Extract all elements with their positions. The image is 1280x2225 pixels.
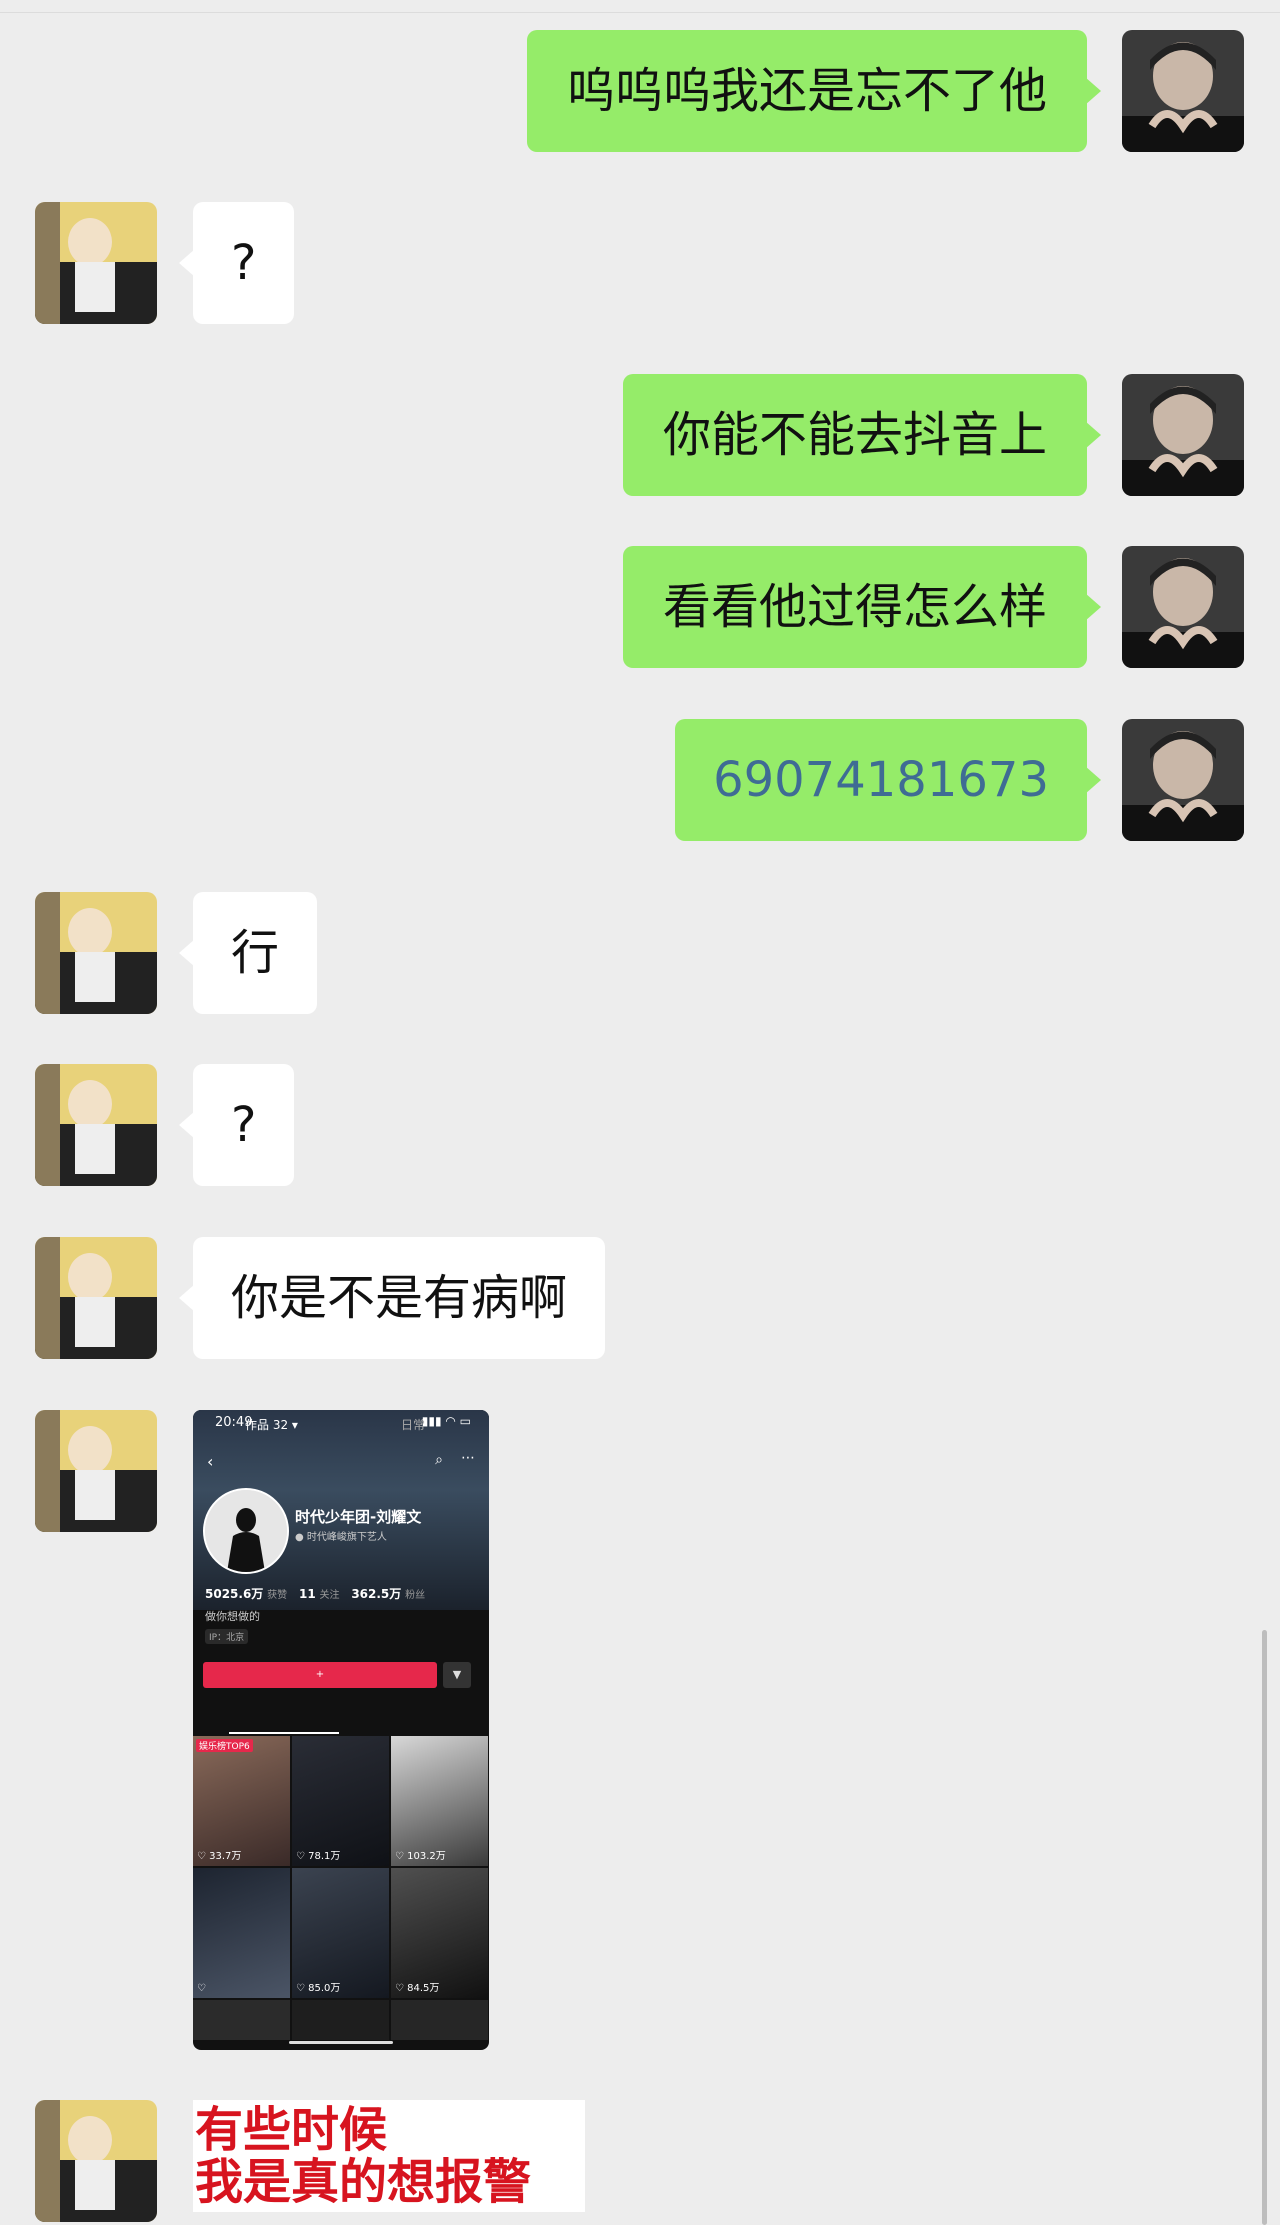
- sticker-line-1: 有些时候: [195, 2102, 388, 2158]
- profile-name: 时代少年团-刘耀文: [295, 1508, 422, 1526]
- video-thumb: [292, 2000, 389, 2040]
- top-divider: [0, 12, 1280, 13]
- message-bubble-received[interactable]: ?: [178, 1064, 295, 1186]
- contact-avatar[interactable]: [35, 2100, 157, 2222]
- video-likes: ♡ 84.5万: [395, 1983, 440, 1994]
- message-row: 看看他过得怎么样: [0, 546, 1280, 668]
- video-thumb: ♡ 103.2万: [391, 1736, 488, 1866]
- video-likes: ♡ 103.2万: [395, 1851, 446, 1862]
- search-icon: ⌕: [435, 1452, 443, 1468]
- contact-avatar[interactable]: [35, 892, 157, 1014]
- message-bubble-sent[interactable]: 呜呜呜我还是忘不了他: [526, 30, 1102, 152]
- profile-stats: 5025.6万 获赞 11 关注 362.5万 粉丝: [205, 1587, 426, 1601]
- message-row: 呜呜呜我还是忘不了他: [0, 30, 1280, 152]
- tab-indicator: [229, 1732, 339, 1734]
- video-likes: ♡ 78.1万: [296, 1851, 341, 1862]
- more-icon: ⋯: [461, 1450, 475, 1466]
- video-thumb: [391, 2000, 488, 2040]
- message-bubble-sent[interactable]: 你能不能去抖音上: [622, 374, 1102, 496]
- message-bubble-received[interactable]: 行: [178, 892, 318, 1014]
- back-icon: ‹: [207, 1452, 214, 1471]
- message-row: 你是不是有病啊: [0, 1237, 1280, 1359]
- message-row: 你能不能去抖音上: [0, 374, 1280, 496]
- tab-works: 作品 32 ▾: [245, 1418, 298, 1432]
- scrollbar[interactable]: [1262, 1630, 1267, 2225]
- message-row: ?: [0, 202, 1280, 324]
- verification-label: ● 时代峰峻旗下艺人: [295, 1532, 387, 1543]
- contact-avatar[interactable]: [35, 202, 157, 324]
- image-message-screenshot[interactable]: 20:49 ▮▮▮ ◠ ▭ ‹ ⌕ ⋯ 时代少年团-刘耀文 ● 时代峰峻旗下艺人…: [193, 1410, 489, 2050]
- video-thumb: ♡ 78.1万: [292, 1736, 389, 1866]
- video-likes: ♡ 85.0万: [296, 1983, 341, 1994]
- message-row: ?: [0, 1064, 1280, 1186]
- profile-bio: 做你想做的: [205, 1610, 260, 1623]
- message-row: [0, 2100, 1280, 2222]
- message-row: [0, 1410, 1280, 2050]
- home-indicator: [289, 2041, 393, 2044]
- contact-avatar[interactable]: [35, 1410, 157, 1532]
- status-icons: ▮▮▮ ◠ ▭: [421, 1414, 471, 1428]
- video-likes: ♡: [197, 1983, 206, 1994]
- message-row: 69074181673: [0, 719, 1280, 841]
- message-bubble-sent[interactable]: 看看他过得怎么样: [622, 546, 1102, 668]
- tab-daily: 日常: [401, 1418, 426, 1432]
- my-avatar[interactable]: [1122, 374, 1244, 496]
- phone-number-link[interactable]: 69074181673: [675, 719, 1101, 841]
- video-thumb: [193, 2000, 290, 2040]
- my-avatar[interactable]: [1122, 546, 1244, 668]
- contact-avatar[interactable]: [35, 1237, 157, 1359]
- my-avatar[interactable]: [1122, 30, 1244, 152]
- sticker-line-2: 我是真的想报警: [195, 2154, 532, 2210]
- my-avatar[interactable]: [1122, 719, 1244, 841]
- message-bubble-received[interactable]: ?: [178, 202, 295, 324]
- video-thumb: ♡ 85.0万: [292, 1868, 389, 1998]
- sticker-message[interactable]: 有些时候 我是真的想报警: [193, 2100, 585, 2212]
- ip-location: IP：北京: [205, 1629, 249, 1644]
- follow-button: +: [203, 1662, 437, 1688]
- ranking-tag: 娱乐榜TOP6: [196, 1739, 253, 1752]
- message-row: 行: [0, 892, 1280, 1014]
- profile-avatar: [203, 1488, 289, 1574]
- video-thumb: 娱乐榜TOP6 ♡ 33.7万: [193, 1736, 290, 1866]
- dropdown-icon: ▼: [443, 1662, 471, 1688]
- video-thumb: ♡ 84.5万: [391, 1868, 488, 1998]
- contact-avatar[interactable]: [35, 1064, 157, 1186]
- message-bubble-received[interactable]: 你是不是有病啊: [178, 1237, 606, 1359]
- video-thumb: ♡: [193, 1868, 290, 1998]
- status-bar: 20:49 ▮▮▮ ◠ ▭: [193, 1410, 489, 1434]
- video-likes: ♡ 33.7万: [197, 1851, 242, 1862]
